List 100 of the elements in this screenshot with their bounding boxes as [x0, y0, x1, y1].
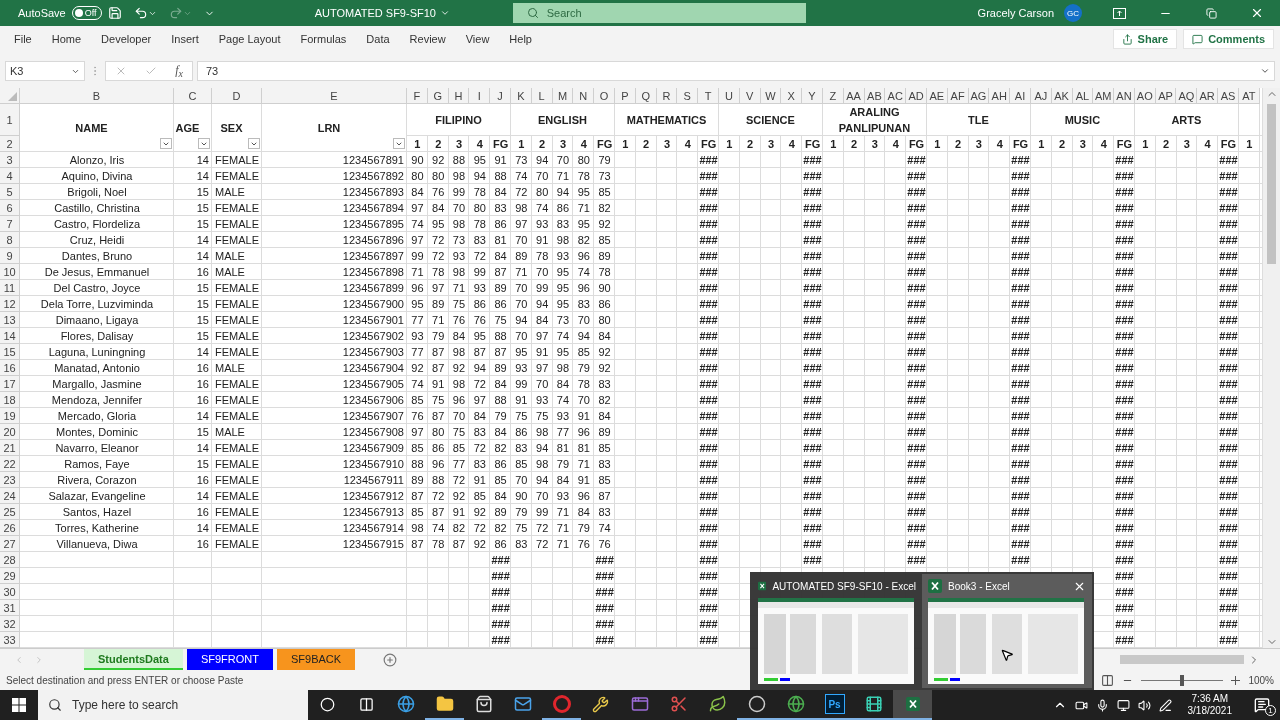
save-icon[interactable] [107, 6, 122, 20]
row-header[interactable]: 9 [0, 248, 20, 264]
ribbon-tab[interactable]: Review [399, 33, 456, 45]
row-header[interactable]: 29 [0, 568, 20, 584]
column-header[interactable]: T [698, 88, 719, 104]
row-header[interactable]: 19 [0, 408, 20, 424]
clock-time[interactable]: 7:36 AM [1191, 693, 1229, 705]
ribbon-tab[interactable]: View [455, 33, 500, 45]
column-header[interactable]: B [20, 88, 174, 104]
column-header[interactable]: Z [822, 88, 844, 104]
name-box[interactable]: K3 [5, 61, 85, 81]
row-header[interactable]: 13 [0, 312, 20, 328]
column-header[interactable]: Y [802, 88, 823, 104]
ribbon-tab[interactable]: Developer [91, 33, 162, 45]
row-header[interactable]: 31 [0, 600, 20, 616]
column-header[interactable]: R [656, 88, 678, 104]
row-header[interactable]: 7 [0, 216, 20, 232]
column-header[interactable]: AC [885, 88, 907, 104]
ribbon-tab[interactable]: Data [356, 33, 400, 45]
column-header[interactable]: AP [1155, 88, 1177, 104]
ribbon-tab[interactable]: Home [41, 33, 92, 45]
row-header[interactable]: 25 [0, 504, 20, 520]
row-header[interactable]: 12 [0, 296, 20, 312]
column-header[interactable]: M [552, 88, 574, 104]
column-header[interactable]: U [718, 88, 740, 104]
row-header[interactable]: 23 [0, 472, 20, 488]
column-header[interactable]: AB [864, 88, 886, 104]
scrollbar-thumb[interactable] [1120, 655, 1244, 664]
column-header[interactable]: K [511, 88, 532, 104]
clock-date[interactable]: 3/18/2021 [1187, 705, 1232, 717]
column-header[interactable]: C [174, 88, 212, 104]
column-header[interactable]: E [262, 88, 407, 104]
row-header[interactable]: 14 [0, 328, 20, 344]
row-header[interactable]: 33 [0, 632, 20, 648]
column-header[interactable]: V [739, 88, 761, 104]
row-header[interactable]: 15 [0, 344, 20, 360]
filter-button[interactable] [248, 138, 260, 149]
row-header[interactable]: 2 [0, 136, 20, 152]
row-header[interactable]: 6 [0, 200, 20, 216]
column-header[interactable]: J [490, 88, 511, 104]
column-header[interactable]: AJ [1030, 88, 1052, 104]
row-header[interactable]: 27 [0, 536, 20, 552]
column-header[interactable]: X [781, 88, 803, 104]
ribbon-tab[interactable]: Formulas [290, 33, 357, 45]
notifications-button[interactable]: 1 [1248, 697, 1276, 713]
column-header[interactable]: AG [968, 88, 990, 104]
row-header[interactable]: 11 [0, 280, 20, 296]
row-header[interactable]: 32 [0, 616, 20, 632]
column-header[interactable]: AS [1218, 88, 1239, 104]
insert-function-button[interactable]: f$_{x}$ [175, 62, 183, 80]
sheet-tab[interactable]: SF9BACK [276, 649, 356, 670]
column-header[interactable]: AK [1051, 88, 1073, 104]
row-header[interactable]: 28 [0, 552, 20, 568]
formula-field[interactable]: 73 [197, 61, 1275, 81]
column-header[interactable]: S [677, 88, 699, 104]
ribbon-tab[interactable]: Page Layout [208, 33, 291, 45]
filter-button[interactable] [198, 138, 210, 149]
row-header[interactable]: 1 [0, 104, 20, 136]
row-header[interactable]: 3 [0, 152, 20, 168]
pen-icon[interactable] [1158, 698, 1172, 712]
row-header[interactable]: 22 [0, 456, 20, 472]
column-header[interactable]: N [573, 88, 595, 104]
column-header[interactable]: H [448, 88, 470, 104]
undo-icon[interactable] [133, 6, 157, 20]
row-header[interactable]: 10 [0, 264, 20, 280]
row-header[interactable]: 26 [0, 520, 20, 536]
row-header[interactable]: 5 [0, 184, 20, 200]
taskbar-app-button[interactable] [893, 690, 932, 720]
filter-button[interactable] [160, 138, 172, 149]
taskbar-search-field[interactable]: Type here to search [38, 690, 308, 720]
column-header[interactable]: W [760, 88, 782, 104]
row-header[interactable]: 21 [0, 440, 20, 456]
row-header[interactable]: 20 [0, 424, 20, 440]
column-header[interactable]: AA [843, 88, 865, 104]
row-header[interactable]: 8 [0, 232, 20, 248]
row-header[interactable]: 30 [0, 584, 20, 600]
share-button[interactable]: Share [1112, 29, 1178, 49]
microphone-icon[interactable] [1095, 698, 1109, 712]
column-header[interactable]: F [407, 88, 428, 104]
column-header[interactable]: L [531, 88, 553, 104]
window-preview[interactable]: Book3 - Excel [922, 574, 1092, 688]
column-header[interactable]: Q [635, 88, 657, 104]
document-title[interactable]: AUTOMATED SF9-SF10 [314, 7, 505, 19]
column-header[interactable]: P [614, 88, 636, 104]
sheet-tab[interactable]: StudentsData [84, 649, 183, 670]
column-header[interactable]: AH [989, 88, 1011, 104]
user-avatar[interactable]: GC [1064, 4, 1082, 22]
column-header[interactable]: AI [1010, 88, 1031, 104]
page-break-view-icon[interactable] [1101, 673, 1115, 687]
filter-button[interactable] [393, 138, 405, 149]
search-field[interactable]: Search [512, 3, 806, 23]
column-header[interactable]: AM [1093, 88, 1115, 104]
column-header[interactable]: AQ [1176, 88, 1198, 104]
column-header[interactable]: G [427, 88, 449, 104]
zoom-level[interactable]: 100% [1248, 674, 1274, 686]
column-header[interactable]: AR [1197, 88, 1219, 104]
row-header[interactable]: 4 [0, 168, 20, 184]
zoom-slider-thumb[interactable] [1180, 674, 1185, 686]
sheet-tab[interactable]: SF9FRONT [186, 649, 273, 670]
ribbon-tab[interactable]: File [4, 33, 42, 45]
